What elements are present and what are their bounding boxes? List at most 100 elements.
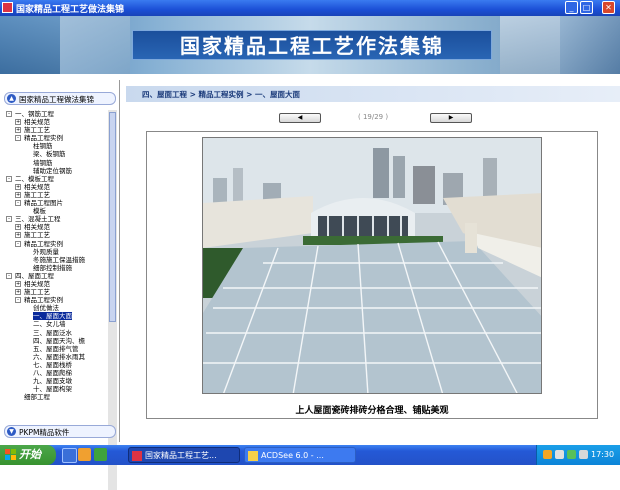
expand-toggle-icon[interactable]: +: [15, 183, 21, 190]
tree-item[interactable]: 辅助定位钢筋: [6, 167, 108, 175]
tree-item-label: 施工工艺: [24, 190, 50, 199]
close-button[interactable]: ✕: [602, 1, 615, 14]
tree-item-label: 精品工程实例: [24, 296, 63, 305]
tree-item-label: 细部工程: [24, 393, 50, 402]
minimize-button[interactable]: _: [565, 1, 578, 14]
maximize-button[interactable]: □: [580, 1, 593, 14]
collapse-toggle-icon[interactable]: -: [6, 111, 12, 117]
window-title: 国家精品工程工艺做法集锦: [16, 5, 125, 15]
sidebar-footer[interactable]: ▼ PKPM精品软件: [4, 425, 116, 438]
sidebar-header-label: 国家精品工程做法集锦: [19, 95, 94, 104]
tree-item[interactable]: + 相关规范: [6, 183, 108, 191]
expand-toggle-icon[interactable]: +: [15, 289, 21, 296]
tree-item[interactable]: - 二、模板工程: [6, 175, 108, 183]
expand-toggle-icon[interactable]: +: [15, 224, 21, 231]
task-label: ACDSee 6.0 - ...: [261, 451, 324, 460]
expand-toggle-icon[interactable]: +: [15, 191, 21, 198]
collapse-toggle-icon[interactable]: -: [6, 175, 12, 182]
expand-toggle-icon[interactable]: +: [15, 119, 21, 126]
tree-item[interactable]: 六、屋面排水雨其: [6, 353, 108, 361]
title-bar[interactable]: 国家精品工程工艺做法集锦 _ □ ✕: [0, 0, 620, 16]
tree-item-label: 外观质量: [33, 247, 59, 256]
windows-logo-icon: [5, 449, 16, 460]
tree-item[interactable]: - 四、屋面工程: [6, 272, 108, 280]
tree-item-label: 十、屋面构架: [33, 385, 72, 394]
tree-item[interactable]: - 三、混凝土工程: [6, 215, 108, 223]
taskbar-task-acdsee[interactable]: ACDSee 6.0 - ...: [244, 447, 356, 463]
sidebar-footer-label: PKPM精品软件: [19, 428, 70, 437]
tree-item[interactable]: 八、屋面爬梯: [6, 369, 108, 377]
tree-item[interactable]: 二、女儿墙: [6, 320, 108, 328]
tree-item[interactable]: + 相关规范: [6, 280, 108, 288]
taskbar-task-main[interactable]: 国家精品工程工艺...: [128, 447, 240, 463]
tree-item[interactable]: 十、屋面构架: [6, 385, 108, 393]
quicklaunch-desktop-icon[interactable]: [62, 448, 77, 463]
tree-item[interactable]: 三、屋面泛水: [6, 329, 108, 337]
tree-item[interactable]: - 精品工程实例: [6, 134, 108, 142]
tree-item-label: 二、模板工程: [15, 174, 54, 183]
tree-item-label: 细部控制措施: [33, 263, 72, 272]
tree-item[interactable]: 细部工程: [6, 393, 108, 401]
tree-item[interactable]: 五、屋面排气管: [6, 345, 108, 353]
clock: 17:30: [591, 450, 615, 459]
scrollbar-thumb[interactable]: [109, 112, 116, 322]
tree-item-label: 梁、板钢筋: [33, 150, 66, 159]
tree-item[interactable]: - 一、钢筋工程: [6, 110, 108, 118]
expand-toggle-icon[interactable]: +: [15, 127, 21, 134]
tree-item[interactable]: 墙钢筋: [6, 159, 108, 167]
page-indicator: ( 19/29 ): [358, 113, 389, 121]
next-button[interactable]: ▶: [430, 113, 472, 123]
banner-title: 国家精品工程工艺作法集锦: [132, 30, 492, 60]
expand-toggle-icon[interactable]: +: [15, 232, 21, 239]
image-caption: 上人屋面瓷砖排砖分格合理、铺贴美观: [295, 406, 449, 416]
quicklaunch-app-icon[interactable]: [94, 448, 107, 461]
tree-item[interactable]: 细部控制措施: [6, 264, 108, 272]
volume-icon[interactable]: [579, 450, 588, 459]
collapse-toggle-icon[interactable]: -: [15, 135, 21, 142]
tray-icon-1[interactable]: [543, 450, 552, 459]
tree-item[interactable]: + 相关规范: [6, 118, 108, 126]
quicklaunch-ie-icon[interactable]: [78, 448, 91, 461]
banner-photo-left: [0, 16, 60, 74]
tree-item-label: 辅助定位钢筋: [33, 166, 72, 175]
collapse-toggle-icon[interactable]: -: [6, 216, 12, 223]
tree-item-label: 六、屋面排水雨其: [33, 352, 85, 361]
tree-item[interactable]: 四、屋面天沟、檐: [6, 337, 108, 345]
tree-item-label: 冬施施工保温措施: [33, 255, 85, 264]
collapse-toggle-icon[interactable]: -: [15, 297, 21, 304]
rooftop-photo-drawing: [203, 138, 541, 393]
tree-item[interactable]: + 相关规范: [6, 223, 108, 231]
tree-item[interactable]: 冬施施工保温措施: [6, 256, 108, 264]
tree-item[interactable]: - 精品工程实例: [6, 240, 108, 248]
tree-item[interactable]: 七、屋面栈桥: [6, 361, 108, 369]
tree-item[interactable]: 模板: [6, 207, 108, 215]
tree-item-label: 相关规范: [24, 279, 50, 288]
acdsee-icon: [248, 451, 258, 461]
app-icon: [2, 2, 13, 13]
expand-icon: ▼: [7, 427, 16, 436]
tree-item[interactable]: 九、屋面支墩: [6, 377, 108, 385]
banner-photo-left2: [60, 16, 130, 74]
start-button[interactable]: 开始: [0, 445, 56, 465]
tree-item-label: 四、屋面工程: [15, 271, 54, 280]
rooftop-photo: [202, 137, 542, 394]
tree-item[interactable]: 外观质量: [6, 248, 108, 256]
tree-item[interactable]: + 施工工艺: [6, 191, 108, 199]
tray-icon-2[interactable]: [555, 450, 564, 459]
prev-button[interactable]: ◀: [279, 113, 321, 123]
tree-item[interactable]: - 精品工程图片: [6, 199, 108, 207]
sidebar-header[interactable]: ▲ 国家精品工程做法集锦: [4, 92, 116, 105]
tray-icon-3[interactable]: [567, 450, 576, 459]
tree-item[interactable]: + 施工工艺: [6, 288, 108, 296]
expand-toggle-icon[interactable]: +: [15, 280, 21, 287]
collapse-toggle-icon[interactable]: -: [15, 240, 21, 247]
main-content: 四、屋面工程 > 精品工程实例 > 一、屋面大面 ◀ ( 19/29 ) ▶ 上…: [126, 80, 620, 442]
tree-item-label: 五、屋面排气管: [33, 344, 79, 353]
collapse-toggle-icon[interactable]: -: [6, 272, 12, 279]
task-label: 国家精品工程工艺...: [145, 451, 217, 460]
tree-item-label: 墙钢筋: [33, 158, 53, 167]
collapse-toggle-icon[interactable]: -: [15, 200, 21, 207]
breadcrumb-bar: 四、屋面工程 > 精品工程实例 > 一、屋面大面: [126, 86, 620, 102]
tree-item[interactable]: 梁、板钢筋: [6, 150, 108, 158]
tree-item[interactable]: + 施工工艺: [6, 231, 108, 239]
